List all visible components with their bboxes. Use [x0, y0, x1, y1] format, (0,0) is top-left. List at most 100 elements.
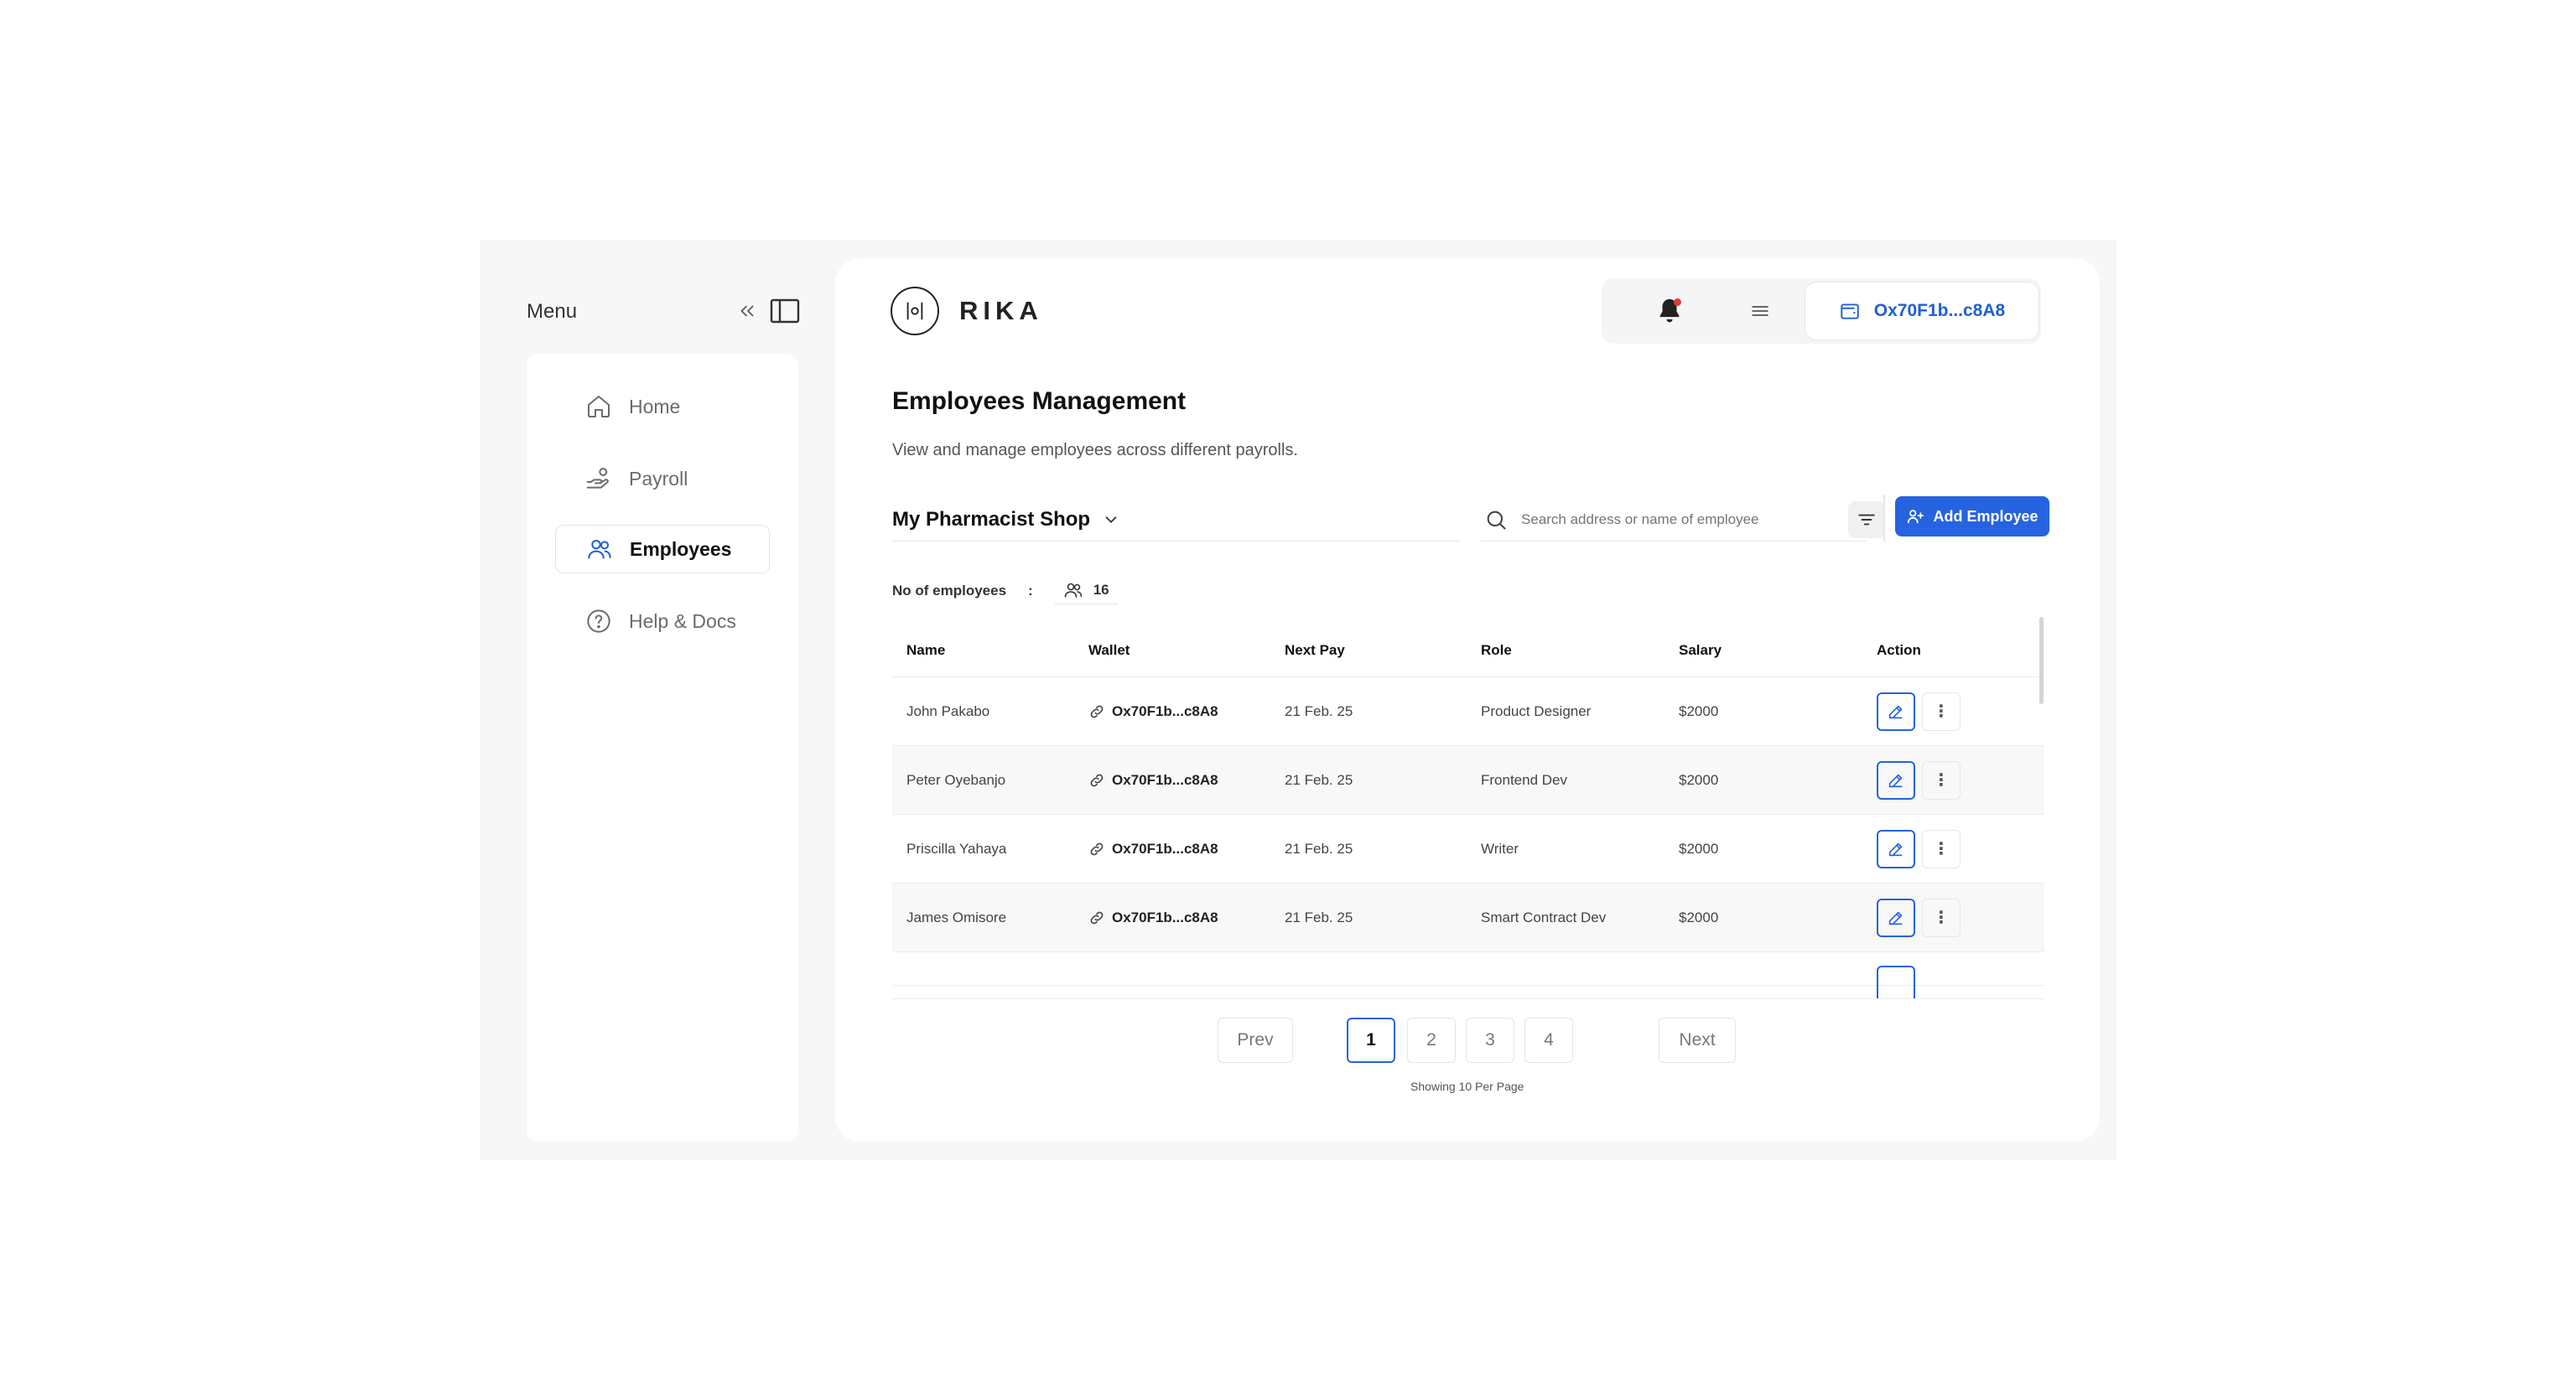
- toolbar-divider: [1883, 495, 1885, 542]
- employee-count: No of employees : 16: [892, 577, 1118, 604]
- help-circle-icon: [587, 609, 610, 633]
- more-options-button[interactable]: ⋮: [1922, 898, 1961, 937]
- search-icon: [1487, 511, 1506, 530]
- sidebar-item-label: Home: [629, 395, 681, 417]
- employee-role: Product Designer: [1481, 702, 1592, 719]
- topbar-actions: Ox70F1b...c8A8: [1602, 278, 2041, 344]
- more-options-button[interactable]: ⋮: [1922, 829, 1961, 868]
- wallet-address: Ox70F1b...c8A8: [1112, 909, 1218, 925]
- employee-next-pay: 21 Feb. 25: [1285, 771, 1353, 788]
- column-header-next-pay[interactable]: Next Pay: [1285, 642, 1481, 659]
- edit-icon: [1888, 774, 1903, 787]
- edit-icon: [1888, 705, 1903, 718]
- more-vertical-icon: ⋮: [1933, 771, 1950, 790]
- filter-icon: [1858, 514, 1875, 526]
- employee-wallet[interactable]: Ox70F1b...c8A8: [1088, 841, 1285, 858]
- edit-button[interactable]: [1877, 692, 1915, 731]
- home-icon: [588, 396, 610, 417]
- wallet-button[interactable]: Ox70F1b...c8A8: [1805, 282, 2039, 340]
- employees-table[interactable]: Name Wallet Next Pay Role Salary Action …: [892, 624, 2044, 999]
- page-label: 3: [1485, 1030, 1495, 1050]
- more-options-button[interactable]: ⋮: [1922, 760, 1961, 800]
- table-row-partial: [892, 952, 2044, 998]
- sidebar-item-help-docs[interactable]: Help & Docs: [555, 597, 770, 645]
- link-icon: [1090, 911, 1104, 924]
- column-header-salary[interactable]: Salary: [1679, 642, 1877, 659]
- column-header-action: Action: [1877, 641, 1921, 658]
- edit-icon: [1888, 911, 1903, 925]
- next-page-button[interactable]: Next: [1659, 1018, 1736, 1063]
- rika-logo-icon: [891, 287, 939, 335]
- table-row[interactable]: Priscilla Yahaya Ox70F1b...c8A8 21 Feb. …: [892, 815, 2044, 884]
- employee-count-label: No of employees: [892, 582, 1007, 599]
- chevron-down-icon: [1105, 516, 1117, 523]
- edit-button[interactable]: [1877, 829, 1915, 868]
- search-box: [1481, 498, 1867, 542]
- table-row[interactable]: James Omisore Ox70F1b...c8A8 21 Feb. 25 …: [892, 884, 2044, 952]
- table-row[interactable]: John Pakabo Ox70F1b...c8A8 21 Feb. 25 Pr…: [892, 677, 2044, 746]
- per-page-text: Showing 10 Per Page: [1410, 1080, 1524, 1093]
- column-header-role[interactable]: Role: [1481, 642, 1679, 659]
- page-label: 2: [1426, 1030, 1436, 1050]
- table-header: Name Wallet Next Pay Role Salary Action: [892, 624, 2044, 677]
- more-vertical-icon: ⋮: [1933, 840, 1950, 858]
- employee-next-pay: 21 Feb. 25: [1285, 840, 1353, 857]
- payroll-hand-icon: [586, 468, 609, 489]
- sidebar-toggle-icon[interactable]: [770, 298, 800, 324]
- employee-next-pay: 21 Feb. 25: [1285, 909, 1353, 925]
- sidebar-item-label: Help & Docs: [629, 609, 736, 632]
- sidebar-nav: Home Payroll Employees Help & Docs: [527, 354, 798, 1142]
- edit-button[interactable]: [1877, 760, 1915, 800]
- page-button-1[interactable]: 1: [1347, 1018, 1395, 1063]
- filter-button[interactable]: [1848, 501, 1885, 538]
- more-options-button[interactable]: ⋮: [1922, 692, 1961, 731]
- notification-dot: [1674, 298, 1681, 306]
- employee-name: John Pakabo: [906, 702, 990, 719]
- search-input[interactable]: [1521, 511, 1798, 528]
- employee-count-separator: :: [1028, 582, 1033, 599]
- prev-page-button[interactable]: Prev: [1218, 1018, 1293, 1063]
- employee-salary: $2000: [1679, 702, 1719, 719]
- row-actions: ⋮: [1877, 692, 2044, 731]
- table-scrollbar[interactable]: [2039, 617, 2044, 704]
- employee-salary: $2000: [1679, 909, 1719, 925]
- next-label: Next: [1679, 1030, 1716, 1050]
- employee-next-pay: 21 Feb. 25: [1285, 702, 1353, 719]
- menu-icon[interactable]: [1748, 298, 1773, 324]
- page-button-3[interactable]: 3: [1466, 1018, 1514, 1063]
- employee-wallet[interactable]: Ox70F1b...c8A8: [1088, 703, 1285, 720]
- wallet-address: Ox70F1b...c8A8: [1112, 840, 1218, 857]
- employee-count-value: 16: [1093, 582, 1109, 598]
- menu-title: Menu: [527, 300, 578, 323]
- chevrons-left-icon[interactable]: [736, 300, 758, 322]
- employee-count-chip: 16: [1054, 577, 1118, 604]
- page-title: Employees Management: [892, 387, 1187, 415]
- wallet-address: Ox70F1b...c8A8: [1112, 771, 1218, 788]
- users-icon: [588, 540, 611, 559]
- employee-role: Writer: [1481, 840, 1519, 857]
- table-row[interactable]: Peter Oyebanjo Ox70F1b...c8A8 21 Feb. 25…: [892, 746, 2044, 815]
- main-content: RIKA Ox70F1b...c8A8 Employees Management…: [835, 258, 2100, 1142]
- add-employee-label: Add Employee: [1933, 507, 2038, 525]
- employee-salary: $2000: [1679, 840, 1719, 857]
- edit-icon[interactable]: [1877, 965, 1915, 998]
- column-header-name[interactable]: Name: [892, 642, 1088, 659]
- employee-salary: $2000: [1679, 771, 1719, 788]
- sidebar-item-employees[interactable]: Employees: [555, 525, 770, 573]
- page-button-4[interactable]: 4: [1524, 1018, 1573, 1063]
- logo: RIKA: [891, 287, 1043, 335]
- link-icon: [1090, 842, 1104, 855]
- page-button-2[interactable]: 2: [1407, 1018, 1456, 1063]
- row-actions: ⋮: [1877, 898, 2044, 937]
- add-employee-button[interactable]: Add Employee: [1895, 496, 2049, 536]
- sidebar-item-home[interactable]: Home: [555, 382, 770, 431]
- more-vertical-icon: ⋮: [1933, 702, 1950, 721]
- edit-button[interactable]: [1877, 898, 1915, 937]
- row-actions: ⋮: [1877, 760, 2044, 800]
- column-header-wallet[interactable]: Wallet: [1088, 642, 1285, 659]
- employee-wallet[interactable]: Ox70F1b...c8A8: [1088, 772, 1285, 789]
- employee-wallet[interactable]: Ox70F1b...c8A8: [1088, 910, 1285, 926]
- wallet-icon: [1841, 303, 1859, 319]
- sidebar-item-payroll[interactable]: Payroll: [555, 454, 770, 503]
- shop-dropdown[interactable]: My Pharmacist Shop: [892, 498, 1459, 542]
